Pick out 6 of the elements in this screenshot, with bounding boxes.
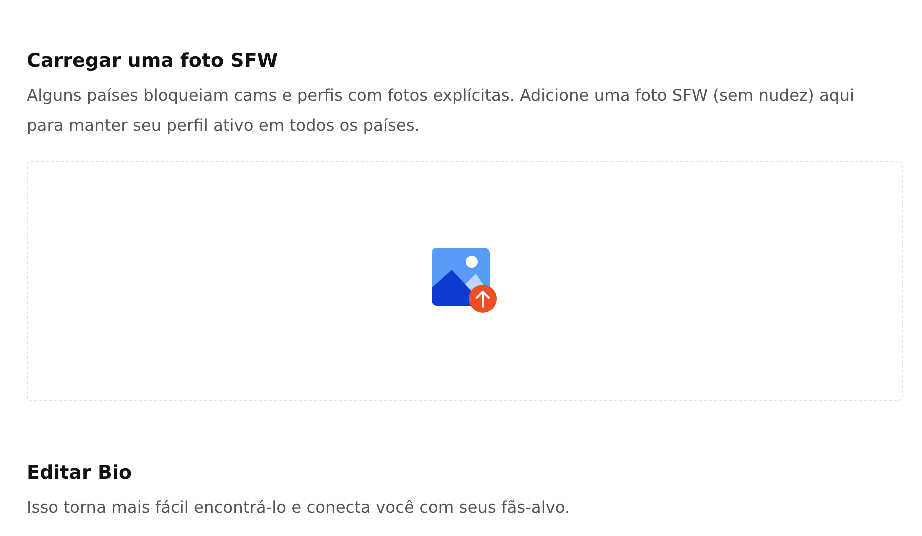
image-upload-icon bbox=[432, 248, 498, 314]
section-description: Alguns países bloqueiam cams e perfis com fotos explícitas. Adicione uma foto SFW (sem nudez) aqui para manter seu perfil ativo em todos os países. bbox=[27, 85, 856, 137]
upload-dropzone[interactable] bbox=[27, 161, 903, 401]
section-description: Isso torna mais fácil encontrá-lo e conecta você com seus fãs-alvo. bbox=[27, 497, 572, 519]
section-title: Carregar uma foto SFW bbox=[27, 49, 280, 74]
section-title: Editar Bio bbox=[27, 461, 134, 486]
